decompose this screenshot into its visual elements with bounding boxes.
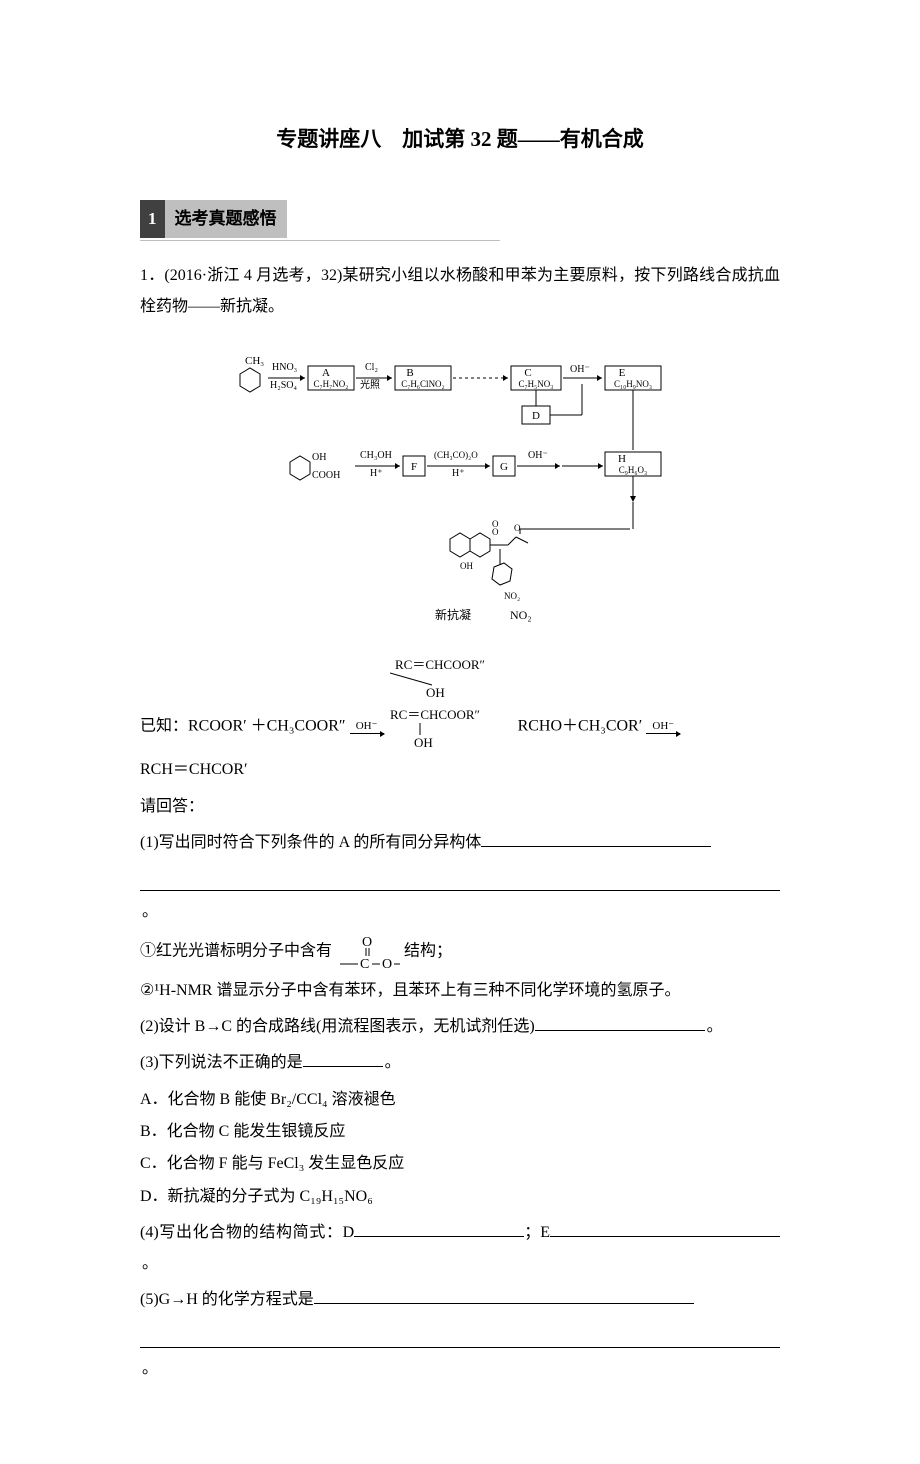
p3-text: (3)下列说法不正确的是: [140, 1054, 303, 1071]
option-a: A．化合物 B 能使 Br₂/CCl₄ 溶液褪色: [140, 1085, 780, 1115]
svg-text:C: C: [360, 957, 369, 970]
svg-text:CH₃: CH₃: [245, 355, 264, 367]
svg-text:O: O: [382, 957, 392, 970]
page-title: 专题讲座八 加试第 32 题——有机合成: [140, 120, 780, 160]
svg-text:C₇H₆ClNO₂: C₇H₆ClNO₂: [401, 379, 444, 389]
period-4: 。: [142, 1255, 158, 1272]
svg-text:OH⁻: OH⁻: [570, 364, 590, 375]
period-3: 。: [385, 1054, 401, 1071]
svg-text:OH⁻: OH⁻: [528, 450, 548, 461]
p1-cond2: ②¹H-NMR 谱显示分子中含有苯环，且苯环上有三种不同化学环境的氢原子。: [140, 976, 780, 1006]
svg-text:E: E: [619, 367, 626, 379]
svg-text:OH: OH: [414, 735, 433, 749]
svg-text:RC＝CHCOOR″: RC＝CHCOOR″: [395, 657, 485, 672]
q1-part5: (5)G→H 的化学方程式是: [140, 1285, 780, 1315]
svg-text:C₇H₅NO₃: C₇H₅NO₃: [519, 379, 554, 389]
section-header: 1选考真题感悟: [140, 200, 780, 241]
q1-part4: (4)写出化合物的结构简式：D ；E 。: [140, 1218, 780, 1279]
ester-fragment-icon: O C O: [336, 934, 400, 970]
svg-text:C₉H₆O₃: C₉H₆O₃: [619, 465, 647, 475]
blank-p1-line2[interactable]: [140, 865, 780, 892]
svg-text:H₂SO₄: H₂SO₄: [270, 380, 297, 391]
svg-text:OH: OH: [426, 685, 445, 699]
svg-text:Cl₂: Cl₂: [365, 362, 378, 373]
answer-label: 请回答：: [140, 792, 780, 822]
svg-text:C: C: [524, 367, 531, 379]
option-c: C．化合物 F 能与 FeCl₃ 发生显色反应: [140, 1149, 780, 1179]
reaction-scheme: CH₃ HNO₃ H₂SO₄ A C₇H₇NO₂ Cl₂ 光照 B C₇H₆Cl…: [140, 334, 780, 645]
p2-text: (2)设计 B→C 的合成路线(用流程图表示，无机试剂任选): [140, 1018, 535, 1035]
known-reaction: RC＝CHCOOR″ OH: [140, 653, 780, 699]
section-number: 1: [140, 200, 165, 238]
svg-text:CH₃OH: CH₃OH: [360, 450, 392, 461]
svg-text:F: F: [411, 461, 417, 473]
p1-cond1-tail: 结构；: [404, 942, 452, 959]
svg-text:OH: OH: [312, 452, 326, 463]
blank-p3[interactable]: [303, 1050, 383, 1067]
period-5: 。: [142, 1360, 158, 1377]
svg-text:RC＝CHCOOR″: RC＝CHCOOR″: [390, 707, 480, 722]
svg-text:G: G: [500, 461, 508, 473]
p1-text: (1)写出同时符合下列条件的 A 的所有同分异构体: [140, 834, 481, 851]
svg-text:O: O: [514, 523, 521, 533]
period-1: 。: [142, 903, 158, 920]
arrow-oh-1: OH⁻: [350, 721, 384, 734]
p1-cond1-text: ①红光光谱标明分子中含有: [140, 942, 332, 959]
p5-text: (5)G→H 的化学方程式是: [140, 1291, 314, 1308]
blank-p4-e[interactable]: [550, 1220, 780, 1237]
svg-text:H: H: [618, 453, 626, 465]
p4-text: (4)写出化合物的结构简式：D: [140, 1224, 354, 1241]
blank-p5-line2[interactable]: [140, 1321, 780, 1348]
svg-text:A: A: [322, 367, 330, 379]
svg-text:C₇H₇NO₂: C₇H₇NO₂: [314, 379, 349, 389]
known-line: 已知：RCOOR′ ＋CH₃COOR″ OH⁻ RC＝CHCOOR″ OH RC…: [140, 705, 780, 749]
arrow-oh-2: OH⁻: [646, 721, 680, 734]
svg-text:D: D: [532, 410, 540, 422]
svg-text:O: O: [492, 519, 499, 529]
blank-p4-d[interactable]: [354, 1220, 524, 1237]
svg-text:C₁₀H₉NO₃: C₁₀H₉NO₃: [614, 379, 652, 389]
section-underline: [140, 240, 500, 241]
svg-text:B: B: [406, 367, 413, 379]
svg-text:HNO₃: HNO₃: [272, 362, 297, 373]
q1-part1: (1)写出同时符合下列条件的 A 的所有同分异构体: [140, 828, 780, 858]
svg-text:NO₂: NO₂: [504, 591, 520, 601]
known-prefix: 已知：RCOOR′ ＋CH₃COOR″: [140, 718, 346, 735]
svg-text:(CH₃CO)₂O: (CH₃CO)₂O: [434, 450, 478, 460]
known-tail: RCH＝CHCOR′: [140, 755, 780, 785]
svg-text:OH: OH: [460, 561, 473, 571]
q1-part2: (2)设计 B→C 的合成路线(用流程图表示，无机试剂任选) 。: [140, 1012, 780, 1042]
svg-text:H⁺: H⁺: [452, 468, 465, 479]
q1-part3: (3)下列说法不正确的是 。: [140, 1048, 780, 1078]
question-stem: 1．(2016·浙江 4 月选考，32)某研究小组以水杨酸和甲苯为主要原料，按下…: [140, 261, 780, 322]
svg-text:NO₂: NO₂: [510, 608, 532, 622]
svg-text:光照: 光照: [360, 378, 380, 391]
p4-mid: ；E: [524, 1224, 550, 1241]
blank-p5[interactable]: [314, 1287, 694, 1304]
svg-text:H⁺: H⁺: [370, 468, 383, 479]
svg-text:O: O: [362, 935, 372, 950]
blank-p2[interactable]: [535, 1014, 705, 1031]
section-label: 选考真题感悟: [165, 200, 287, 238]
svg-text:新抗凝: 新抗凝: [435, 607, 471, 622]
option-d: D．新抗凝的分子式为 C₁₉H₁₅NO₆: [140, 1182, 780, 1212]
period-2: 。: [707, 1018, 723, 1035]
svg-text:COOH: COOH: [312, 470, 340, 481]
option-b: B．化合物 C 能发生银镜反应: [140, 1117, 780, 1147]
p1-cond1: ①红光光谱标明分子中含有 O C O 结构；: [140, 934, 780, 970]
known-mid: RCHO＋CH₃COR′: [502, 718, 643, 735]
blank-p1[interactable]: [481, 830, 711, 847]
